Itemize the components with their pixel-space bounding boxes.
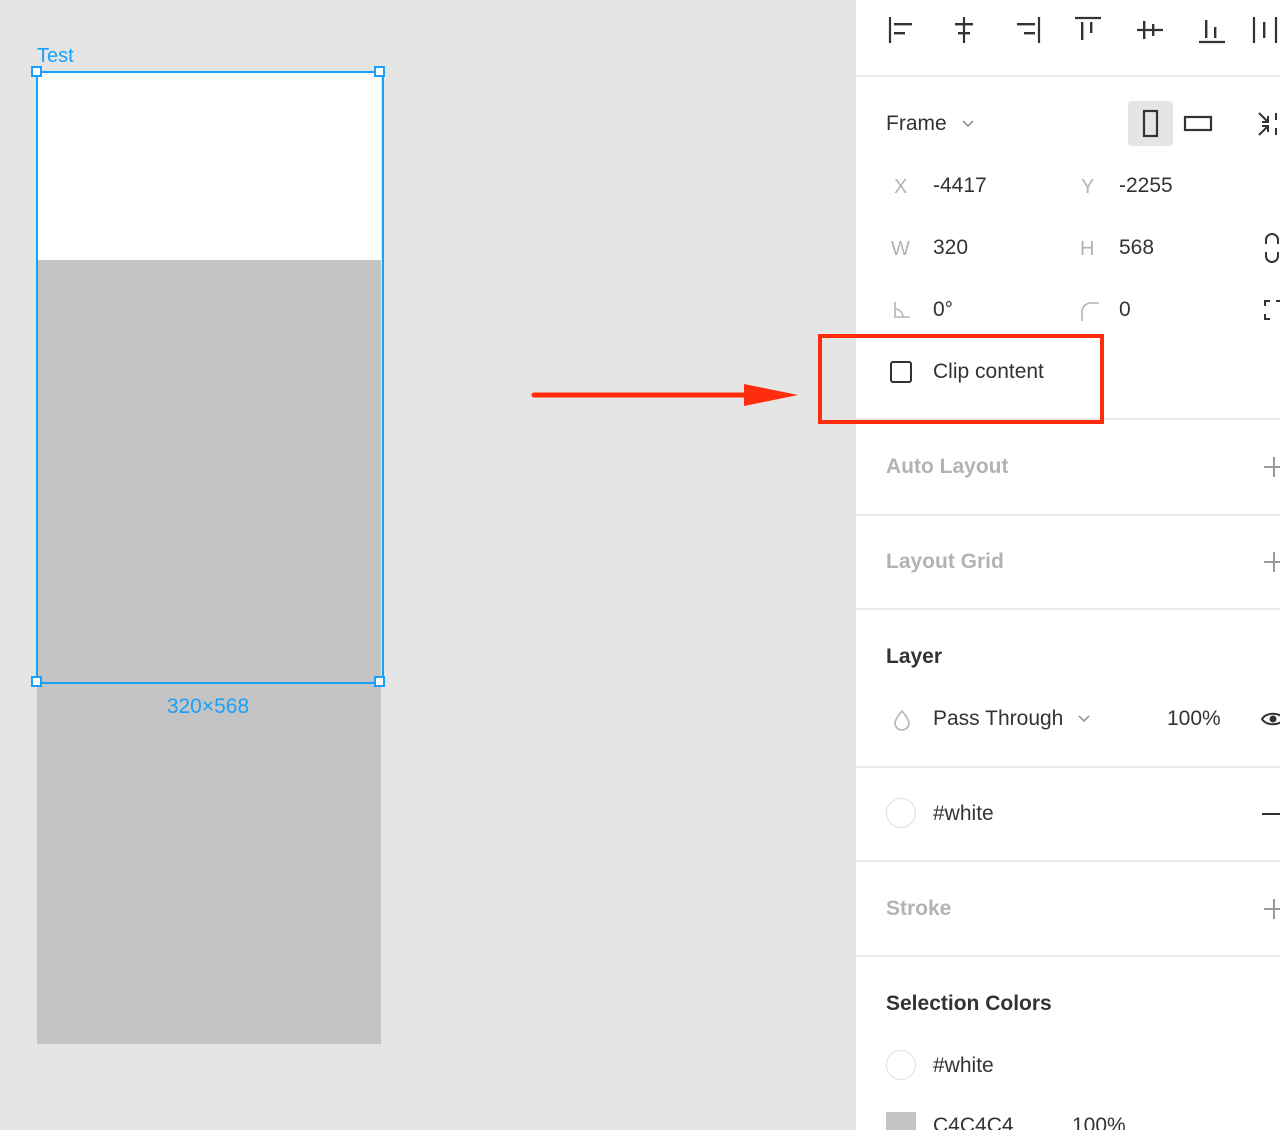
layout-grid-title: Layout Grid — [886, 550, 1004, 573]
fill-color-swatch[interactable] — [886, 798, 916, 828]
frame-type-dropdown[interactable]: Frame — [886, 111, 975, 137]
landscape-orientation-button[interactable] — [1178, 101, 1223, 146]
layer-title: Layer — [886, 645, 943, 668]
resize-handle-bottom-right[interactable] — [374, 676, 385, 687]
align-left-icon[interactable] — [886, 14, 918, 46]
eye-icon[interactable] — [1260, 708, 1280, 730]
height-label: H — [1080, 238, 1095, 260]
blend-mode-dropdown[interactable]: Pass Through — [933, 706, 1091, 732]
red-arrow-annotation — [531, 384, 798, 406]
constrain-proportions-icon[interactable] — [1262, 232, 1280, 264]
blend-mode-drop-icon — [894, 709, 910, 731]
align-bottom-icon[interactable] — [1196, 14, 1228, 46]
corner-radius-icon — [1081, 302, 1099, 321]
frame-type-label: Frame — [886, 112, 947, 135]
divider — [856, 860, 1280, 862]
x-input[interactable]: -4417 — [933, 173, 987, 199]
design-canvas[interactable]: Test 320×568 — [0, 0, 856, 1130]
add-stroke-plus-icon[interactable] — [1262, 897, 1280, 921]
resize-to-fit-icon[interactable] — [1256, 110, 1280, 138]
height-input[interactable]: 568 — [1119, 235, 1154, 261]
width-input[interactable]: 320 — [933, 235, 968, 261]
align-right-icon[interactable] — [1011, 14, 1043, 46]
frame-name-label[interactable]: Test — [37, 44, 74, 68]
selection-color-opacity[interactable]: 100% — [1072, 1113, 1126, 1130]
landscape-icon — [1183, 115, 1213, 132]
portrait-orientation-button[interactable] — [1128, 101, 1173, 146]
clip-content-label[interactable]: Clip content — [933, 359, 1044, 385]
width-label: W — [891, 238, 910, 260]
align-top-icon[interactable] — [1072, 14, 1104, 46]
distribute-horizontal-icon[interactable] — [1250, 14, 1280, 46]
add-auto-layout-plus-icon[interactable] — [1262, 455, 1280, 479]
y-label: Y — [1081, 176, 1095, 198]
selection-color-name[interactable]: #white — [933, 1053, 994, 1079]
portrait-icon — [1142, 109, 1159, 138]
chevron-down-icon — [961, 120, 974, 128]
divider — [856, 75, 1280, 77]
blend-mode-value: Pass Through — [933, 707, 1064, 730]
add-layout-grid-plus-icon[interactable] — [1262, 550, 1280, 574]
resize-handle-top-left[interactable] — [31, 66, 42, 77]
y-input[interactable]: -2255 — [1119, 173, 1173, 199]
divider — [856, 514, 1280, 516]
auto-layout-title: Auto Layout — [886, 455, 1009, 478]
fill-style-name[interactable]: #white — [933, 801, 994, 827]
resize-handle-bottom-left[interactable] — [31, 676, 42, 687]
layer-opacity-input[interactable]: 100% — [1167, 706, 1221, 732]
chevron-down-icon — [1078, 715, 1090, 723]
rotation-icon — [894, 302, 910, 318]
align-vertical-center-icon[interactable] — [1134, 14, 1166, 46]
remove-fill-minus-icon[interactable] — [1260, 802, 1280, 826]
divider — [856, 418, 1280, 420]
stroke-title: Stroke — [886, 897, 952, 920]
rotation-input[interactable]: 0° — [933, 297, 953, 323]
clip-content-checkbox[interactable] — [890, 361, 912, 383]
divider — [856, 766, 1280, 768]
independent-corners-icon[interactable] — [1263, 299, 1280, 321]
resize-handle-top-right[interactable] — [374, 66, 385, 77]
selection-outline — [36, 71, 384, 684]
frame-size-label: 320×568 — [166, 695, 250, 718]
divider — [856, 608, 1280, 610]
corner-radius-input[interactable]: 0 — [1119, 297, 1131, 323]
divider — [856, 955, 1280, 957]
selection-color-name[interactable]: C4C4C4 — [933, 1113, 1014, 1130]
properties-panel: Frame X -4417 Y -2255 W 320 H 568 0° 0 C… — [856, 0, 1280, 1130]
x-label: X — [894, 176, 908, 198]
selection-colors-title: Selection Colors — [886, 992, 1052, 1015]
selection-color-swatch-white[interactable] — [886, 1050, 916, 1080]
selection-color-swatch-grey[interactable] — [886, 1112, 916, 1130]
align-horizontal-center-icon[interactable] — [948, 14, 980, 46]
